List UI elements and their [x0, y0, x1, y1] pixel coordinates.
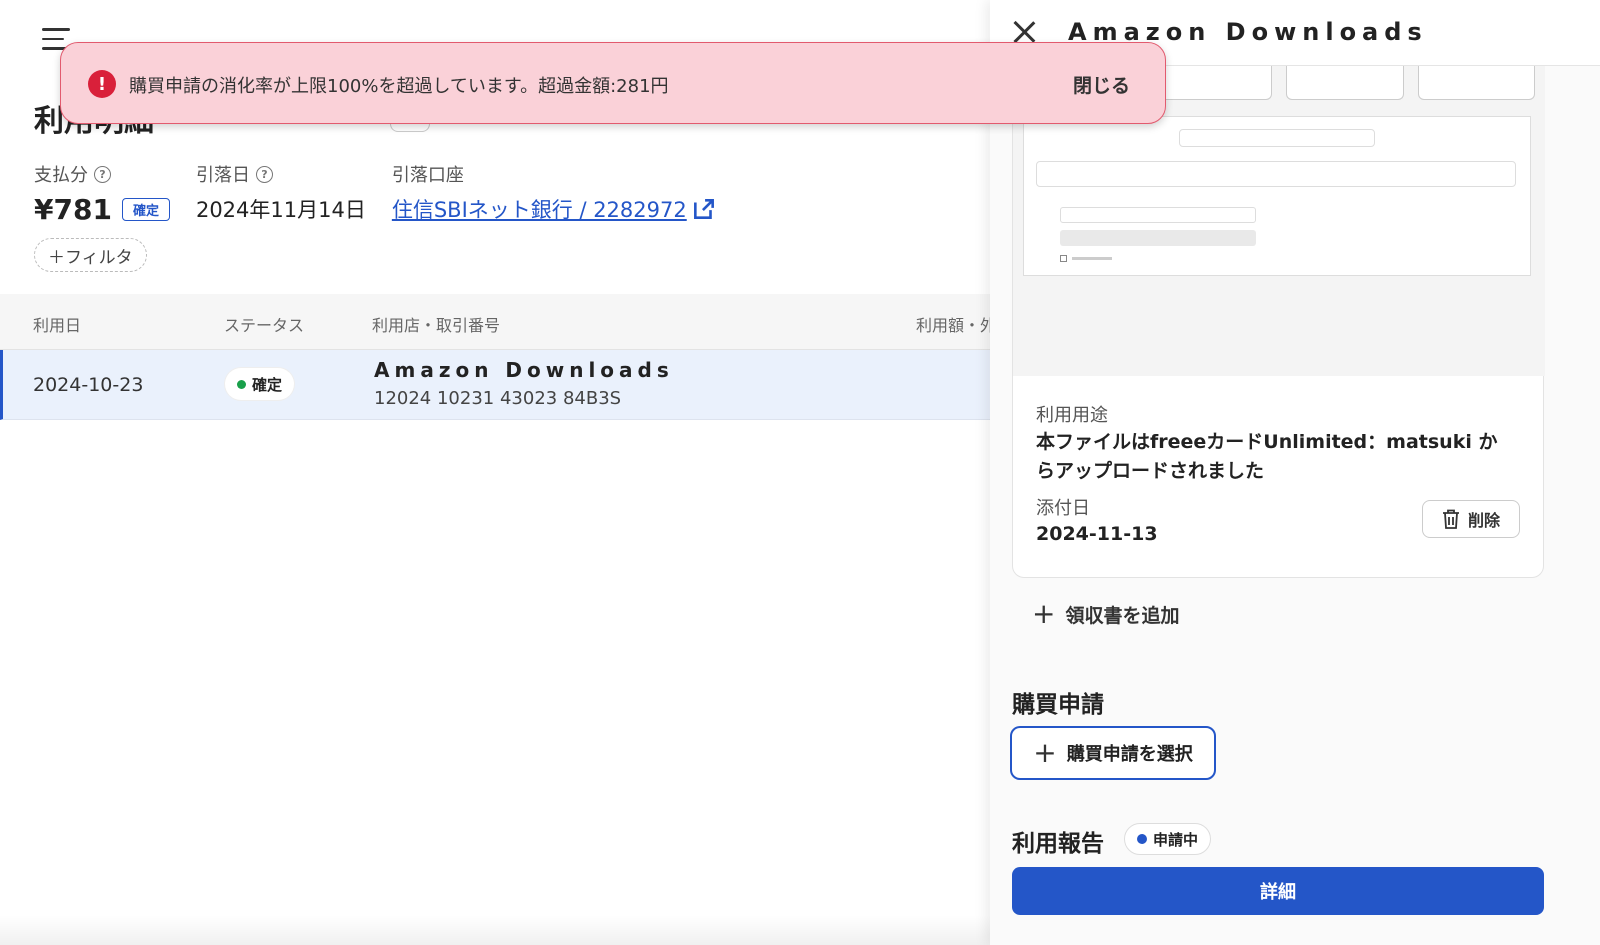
- detail-button[interactable]: 詳細: [1012, 867, 1544, 915]
- select-purchase-request-button[interactable]: + 購買申請を選択: [1010, 726, 1216, 780]
- error-icon: !: [88, 70, 116, 98]
- status-dot-icon: [237, 379, 246, 389]
- bank-account-text: 住信SBIネット銀行 / 2282972: [391, 198, 687, 222]
- column-header-status[interactable]: ステータス: [224, 312, 304, 336]
- error-toast: ! 購買申請の消化率が上限100%を超過しています。超過金額:281円 閉じる: [60, 42, 1166, 124]
- usage-label: 利用用途: [1036, 405, 1108, 426]
- toast-message: 購買申請の消化率が上限100%を超過しています。超過金額:281円: [129, 76, 669, 97]
- table-header: 利用日 ステータス 利用店・取引番号 利用額・外: [0, 294, 1010, 350]
- withdrawal-date-label: 引落日: [195, 165, 250, 186]
- payment-amount: ¥781: [34, 192, 112, 226]
- account-column: 引落口座 住信SBIネット銀行 / 2282972: [392, 162, 717, 226]
- add-receipt-button[interactable]: + 領収書を追加: [1032, 600, 1179, 628]
- plus-icon: +: [1032, 597, 1056, 630]
- bank-account-link[interactable]: 住信SBIネット銀行 / 2282972: [392, 194, 717, 224]
- payment-column: 支払分 ? ¥781 確定: [34, 162, 170, 226]
- row-status-badge: 確定: [225, 368, 295, 400]
- payment-label: 支払分: [34, 165, 88, 186]
- row-status-text: 確定: [252, 375, 283, 394]
- attached-date: 2024-11-13: [1036, 523, 1158, 545]
- help-icon[interactable]: ?: [94, 165, 111, 183]
- trash-icon: [1442, 509, 1459, 529]
- external-link-icon: [693, 199, 714, 219]
- main-content: 利用明細 支払分 ? ¥781 確定 引落日 ? 2024年11月14日 引落口…: [0, 0, 1010, 945]
- delete-receipt-button[interactable]: 削除: [1422, 500, 1520, 538]
- usage-value: 本ファイルはfreeeカードUnlimited：matsuki からアップロード…: [1036, 431, 1498, 482]
- account-label: 引落口座: [391, 165, 464, 186]
- toast-close-button[interactable]: 閉じる: [1073, 71, 1130, 98]
- plus-icon: +: [1033, 736, 1057, 769]
- attached-date-label: 添付日: [1036, 498, 1090, 519]
- withdrawal-date-column: 引落日 ? 2024年11月14日: [196, 162, 366, 226]
- column-header-amount[interactable]: 利用額・外: [916, 312, 996, 336]
- usage-report-status-text: 申請中: [1153, 830, 1199, 849]
- withdrawal-date: 2024年11月14日: [195, 198, 366, 222]
- row-merchant: Amazon Downloads: [374, 358, 674, 382]
- usage-report-title: 利用報告: [1012, 831, 1104, 857]
- add-filter-button[interactable]: ＋フィルタ: [34, 238, 147, 272]
- payment-summary: 支払分 ? ¥781 確定 引落日 ? 2024年11月14日 引落口座 住信S…: [34, 162, 717, 226]
- help-icon[interactable]: ?: [255, 165, 273, 183]
- transaction-detail-drawer: Amazon Downloads 利用用途 本ファイルはfreeeカードUnli…: [990, 0, 1600, 945]
- column-header-date[interactable]: 利用日: [33, 312, 81, 336]
- column-header-merchant[interactable]: 利用店・取引番号: [372, 312, 500, 336]
- add-receipt-label: 領収書を追加: [1065, 604, 1180, 627]
- delete-label: 削除: [1467, 511, 1500, 530]
- status-dot-icon: [1137, 834, 1147, 844]
- row-transaction-number: 12024 10231 43023 84B3S: [374, 388, 622, 409]
- table-row[interactable]: 2024-10-23 確定 Amazon Downloads 12024 102…: [0, 350, 1010, 420]
- purchase-request-title: 購買申請: [1012, 692, 1104, 718]
- select-purchase-request-label: 購買申請を選択: [1066, 744, 1193, 765]
- status-badge: 確定: [121, 197, 170, 221]
- bottom-shadow: [0, 915, 1010, 945]
- usage-report-status-badge: 申請中: [1124, 823, 1212, 855]
- receipt-card: 利用用途 本ファイルはfreeeカードUnlimited：matsuki からア…: [1012, 66, 1545, 578]
- row-date: 2024-10-23: [33, 374, 144, 396]
